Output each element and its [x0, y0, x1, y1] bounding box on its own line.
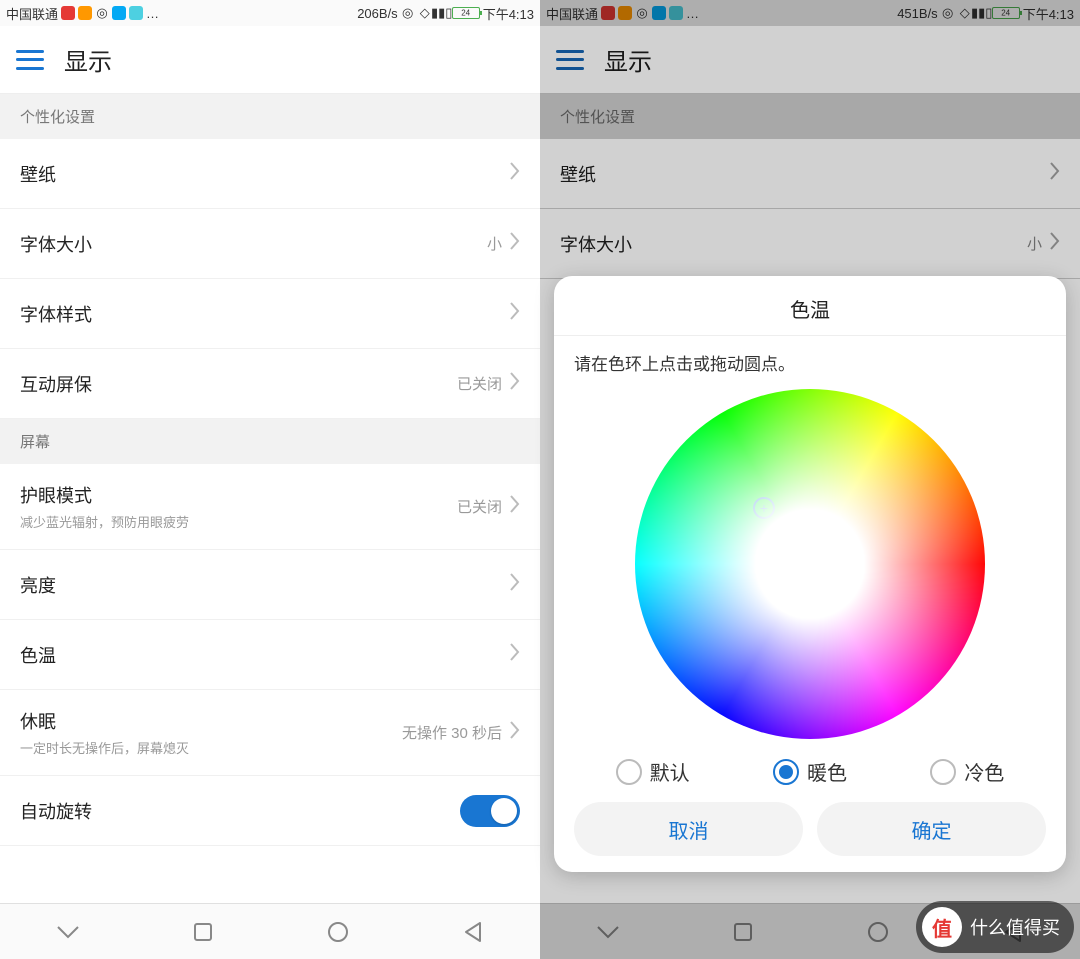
radio-label: 冷色	[964, 757, 1004, 786]
chevron-right-icon	[510, 372, 520, 395]
broadcast-icon: ◎	[95, 6, 109, 20]
more-icon: …	[146, 6, 159, 21]
row-title: 字体样式	[20, 301, 510, 327]
status-app-icon	[129, 6, 143, 20]
status-app-icon	[78, 6, 92, 20]
row-title: 休眠	[20, 708, 402, 734]
row-value: 无操作 30 秒后	[402, 722, 502, 743]
preset-radio-group: 默认 暖色 冷色	[574, 757, 1046, 786]
phone-left: 中国联通 ◎ … 206B/s ◎ ◇ ▮▮▯ 24 下午4:13 显示 个性化…	[0, 0, 540, 959]
menu-icon[interactable]	[16, 50, 44, 70]
nav-home-icon[interactable]	[303, 921, 373, 943]
color-temp-dialog: 色温 请在色环上点击或拖动圆点。 默认 暖色 冷色 取消 确定	[554, 276, 1066, 872]
chevron-right-icon	[510, 495, 520, 518]
divider	[554, 335, 1066, 336]
nav-hide-icon[interactable]	[33, 923, 103, 941]
watermark-text: 什么值得买	[970, 914, 1060, 940]
row-screensaver[interactable]: 互动屏保 已关闭	[0, 349, 540, 419]
row-subtitle: 一定时长无操作后，屏幕熄灭	[20, 738, 402, 757]
signal-icon: ▮▮▯	[435, 6, 449, 20]
watermark-badge: 值	[922, 907, 962, 947]
hotspot-icon: ◎	[401, 6, 415, 20]
watermark: 值 什么值得买	[916, 901, 1074, 953]
row-sleep[interactable]: 休眠 一定时长无操作后，屏幕熄灭 无操作 30 秒后	[0, 690, 540, 776]
radio-warm[interactable]: 暖色	[773, 757, 847, 786]
chevron-right-icon	[510, 721, 520, 744]
chevron-right-icon	[510, 643, 520, 666]
carrier-label: 中国联通	[6, 4, 58, 23]
location-icon: ◇	[418, 6, 432, 20]
row-font-size[interactable]: 字体大小 小	[0, 209, 540, 279]
row-auto-rotate[interactable]: 自动旋转	[0, 776, 540, 846]
row-title: 壁纸	[20, 161, 510, 187]
app-header: 显示	[0, 26, 540, 94]
row-color-temp[interactable]: 色温	[0, 620, 540, 690]
phone-right: 中国联通 ◎ … 451B/s ◎ ◇ ▮▮▯ 24 下午4:13 显示 个性化…	[540, 0, 1080, 959]
network-speed: 206B/s	[357, 6, 397, 21]
dialog-hint: 请在色环上点击或拖动圆点。	[574, 350, 1046, 375]
chevron-right-icon	[510, 573, 520, 596]
row-title: 色温	[20, 642, 510, 668]
radio-label: 暖色	[807, 757, 847, 786]
row-title: 亮度	[20, 572, 510, 598]
section-screen: 屏幕	[0, 419, 540, 464]
confirm-button[interactable]: 确定	[817, 802, 1046, 856]
chevron-right-icon	[510, 302, 520, 325]
row-value: 已关闭	[457, 496, 502, 517]
color-wheel[interactable]	[635, 389, 985, 739]
clock-label: 下午4:13	[483, 4, 534, 23]
row-font-style[interactable]: 字体样式	[0, 279, 540, 349]
row-title: 自动旋转	[20, 798, 460, 824]
battery-icon: 24	[452, 7, 480, 19]
color-wheel-cursor[interactable]	[753, 497, 775, 519]
dialog-title: 色温	[574, 294, 1046, 323]
auto-rotate-toggle[interactable]	[460, 795, 520, 827]
navigation-bar	[0, 903, 540, 959]
status-app-icon	[61, 6, 75, 20]
section-personalization: 个性化设置	[0, 94, 540, 139]
radio-default[interactable]: 默认	[616, 757, 690, 786]
radio-cool[interactable]: 冷色	[930, 757, 1004, 786]
nav-back-icon[interactable]	[438, 921, 508, 943]
row-wallpaper[interactable]: 壁纸	[0, 139, 540, 209]
row-value: 小	[487, 233, 502, 254]
row-subtitle: 减少蓝光辐射，预防用眼疲劳	[20, 512, 457, 531]
status-app-icon	[112, 6, 126, 20]
chevron-right-icon	[510, 162, 520, 185]
row-title: 互动屏保	[20, 371, 457, 397]
row-eye-comfort[interactable]: 护眼模式 减少蓝光辐射，预防用眼疲劳 已关闭	[0, 464, 540, 550]
status-bar: 中国联通 ◎ … 206B/s ◎ ◇ ▮▮▯ 24 下午4:13	[0, 0, 540, 26]
page-title: 显示	[64, 42, 112, 77]
chevron-right-icon	[510, 232, 520, 255]
radio-label: 默认	[650, 757, 690, 786]
row-brightness[interactable]: 亮度	[0, 550, 540, 620]
cancel-button[interactable]: 取消	[574, 802, 803, 856]
nav-recent-icon[interactable]	[168, 922, 238, 942]
row-value: 已关闭	[457, 373, 502, 394]
row-title: 字体大小	[20, 231, 487, 257]
row-title: 护眼模式	[20, 482, 457, 508]
